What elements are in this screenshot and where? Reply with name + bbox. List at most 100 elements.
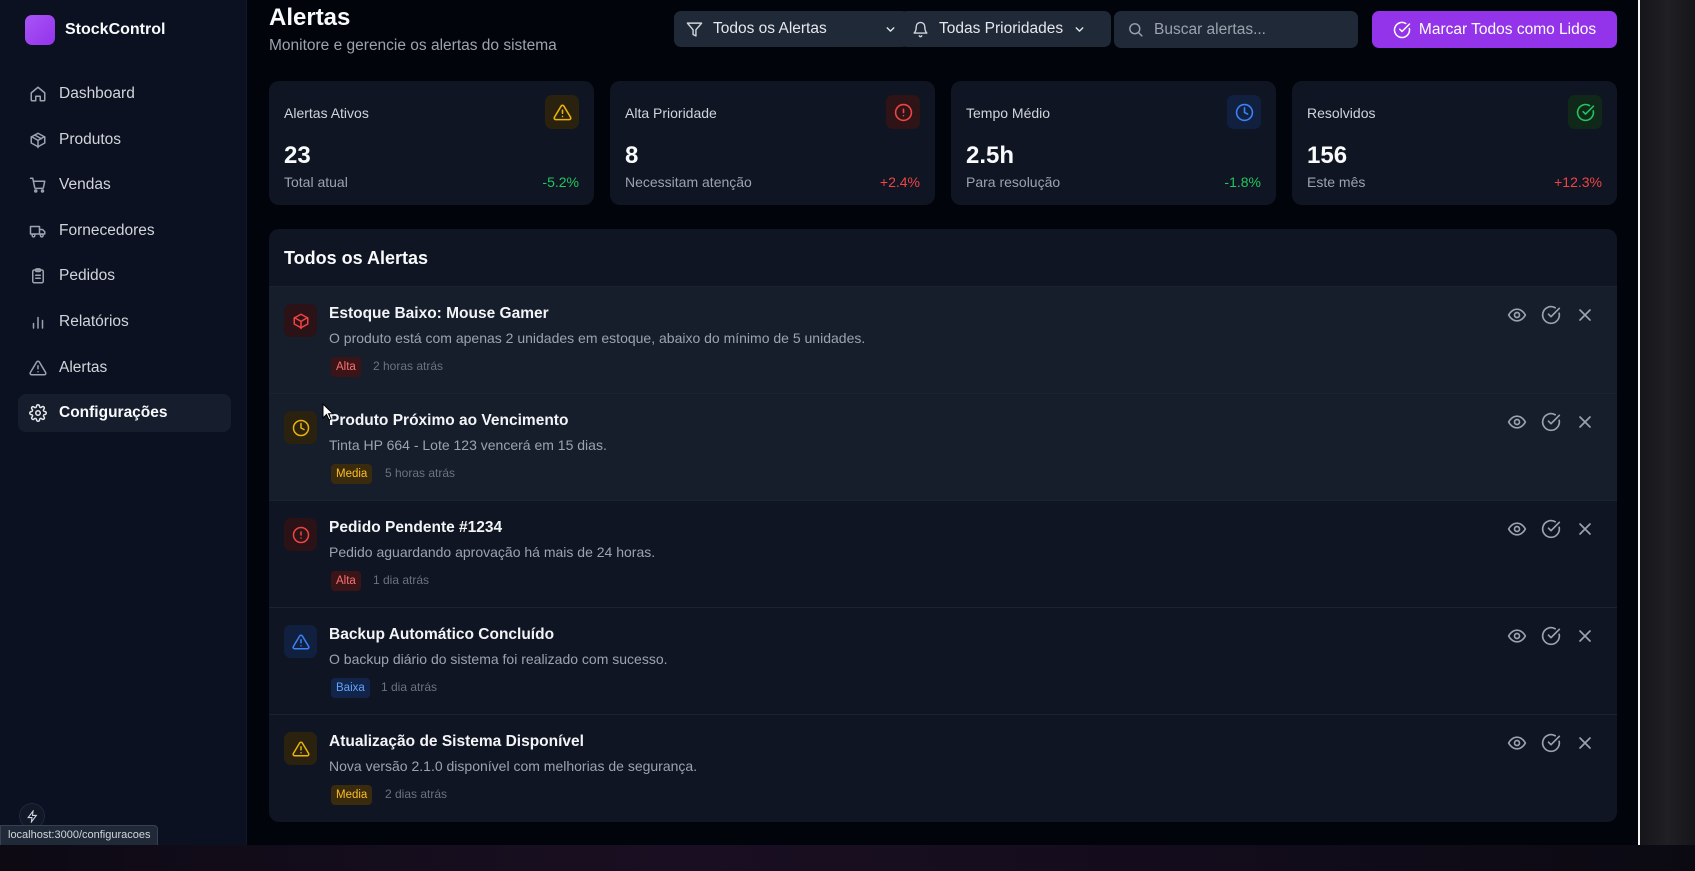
check-circle-icon <box>1541 305 1561 325</box>
mark-read-button[interactable] <box>1540 518 1562 540</box>
mark-all-read-label: Marcar Todos como Lidos <box>1418 20 1597 38</box>
filter-priority-value: Todas Prioridades <box>939 20 1064 37</box>
alert-circle-icon <box>292 526 309 543</box>
package-icon <box>293 313 308 329</box>
stat-change: +12.3% <box>1554 174 1602 190</box>
view-button[interactable] <box>1506 411 1528 433</box>
eye-icon <box>1507 308 1527 322</box>
sidebar-item-produtos[interactable]: Produtos <box>18 121 231 159</box>
check-circle-icon <box>1541 626 1561 646</box>
alert-description: Nova versão 2.1.0 disponível com melhori… <box>329 758 698 774</box>
warning-icon <box>29 360 47 376</box>
bell-icon <box>913 21 928 37</box>
sidebar-item-label: Fornecedores <box>59 221 155 239</box>
brand-name: StockControl <box>65 21 166 38</box>
filter-icon <box>686 21 703 37</box>
brand-logo <box>25 15 55 45</box>
stat-label: Tempo Médio <box>966 105 1051 121</box>
eye-icon <box>1507 522 1527 536</box>
sidebar-item-label: Alertas <box>59 358 108 376</box>
alert-actions <box>1506 732 1596 754</box>
view-button[interactable] <box>1506 518 1528 540</box>
alert-icon <box>284 518 317 551</box>
desktop-background <box>0 845 1695 871</box>
filter-priority-dropdown[interactable]: Todas Prioridades <box>900 11 1111 47</box>
clock-icon <box>292 419 309 436</box>
sidebar-item-label: Vendas <box>59 176 111 194</box>
panel-title: Todos os Alertas <box>284 248 429 268</box>
stat-card-alta-prioridade: Alta Prioridade 8 Necessitam atenção +2.… <box>610 81 935 205</box>
stat-value: 2.5h <box>966 142 1015 169</box>
dismiss-button[interactable] <box>1574 304 1596 326</box>
chevron-down-icon <box>1075 26 1084 32</box>
sidebar-item-configuracoes[interactable]: Configurações <box>18 394 231 433</box>
view-button[interactable] <box>1506 304 1528 326</box>
alert-title: Pedido Pendente #1234 <box>329 519 503 536</box>
alert-icon <box>284 411 317 444</box>
dismiss-button[interactable] <box>1574 625 1596 647</box>
alert-item[interactable]: Produto Próximo ao Vencimento Tinta HP 6… <box>269 393 1617 500</box>
alert-item[interactable]: Pedido Pendente #1234 Pedido aguardando … <box>269 500 1617 607</box>
priority-badge: Baixa <box>331 678 370 698</box>
mark-read-button[interactable] <box>1540 411 1562 433</box>
dismiss-button[interactable] <box>1574 411 1596 433</box>
check-circle-icon <box>1541 733 1561 753</box>
sidebar-item-vendas[interactable]: Vendas <box>18 166 231 204</box>
bar-chart-icon <box>32 316 44 329</box>
status-bar-url: localhost:3000/configuracoes <box>0 825 159 847</box>
window-edge <box>1638 0 1640 845</box>
alert-actions <box>1506 625 1596 647</box>
close-icon <box>1579 309 1591 321</box>
alert-time: 2 dias atrás <box>385 787 448 801</box>
search-box <box>1114 11 1358 48</box>
app-window: StockControl Dashboard Produtos Vendas F… <box>0 0 1640 847</box>
check-circle-icon <box>1393 21 1411 38</box>
window-gutter <box>1640 0 1695 845</box>
stat-change: +2.4% <box>879 174 920 190</box>
gear-icon <box>29 404 47 423</box>
view-button[interactable] <box>1506 625 1528 647</box>
close-icon <box>1579 630 1591 642</box>
alert-item[interactable]: Estoque Baixo: Mouse Gamer O produto est… <box>269 286 1617 393</box>
stat-icon <box>1568 95 1602 129</box>
alert-icon <box>284 304 317 337</box>
sidebar: StockControl Dashboard Produtos Vendas F… <box>0 0 247 845</box>
sidebar-item-label: Configurações <box>59 404 168 422</box>
sidebar-item-pedidos[interactable]: Pedidos <box>18 257 231 295</box>
clock-icon <box>1235 103 1253 121</box>
search-input[interactable] <box>1152 19 1346 40</box>
mark-read-button[interactable] <box>1540 625 1562 647</box>
dismiss-button[interactable] <box>1574 732 1596 754</box>
package-icon <box>30 132 46 148</box>
priority-badge: Media <box>331 464 373 484</box>
sidebar-item-relatorios[interactable]: Relatórios <box>18 303 231 341</box>
stat-sub: Total atual <box>284 174 348 190</box>
alert-circle-icon <box>894 103 912 121</box>
alert-description: Tinta HP 664 - Lote 123 vencerá em 15 di… <box>329 437 607 453</box>
sidebar-item-fornecedores[interactable]: Fornecedores <box>18 212 231 250</box>
alert-title: Atualização de Sistema Disponível <box>329 733 584 750</box>
alert-description: Pedido aguardando aprovação há mais de 2… <box>329 544 656 560</box>
check-circle-icon <box>1541 519 1561 539</box>
filter-type-dropdown[interactable]: Todos os Alertas <box>674 11 909 47</box>
sidebar-item-alertas[interactable]: Alertas <box>18 349 231 387</box>
close-icon <box>1579 523 1591 535</box>
alert-item[interactable]: Atualização de Sistema Disponível Nova v… <box>269 714 1617 821</box>
page-subtitle: Monitore e gerencie os alertas do sistem… <box>269 37 557 54</box>
stat-label: Alta Prioridade <box>625 105 717 121</box>
brand[interactable]: StockControl <box>25 15 165 45</box>
view-button[interactable] <box>1506 732 1528 754</box>
dismiss-button[interactable] <box>1574 518 1596 540</box>
alert-actions <box>1506 411 1596 433</box>
sidebar-item-dashboard[interactable]: Dashboard <box>18 75 231 113</box>
stat-sub: Necessitam atenção <box>625 174 752 190</box>
close-icon <box>1579 416 1591 428</box>
chevron-down-icon <box>886 26 895 32</box>
stat-card-resolvidos: Resolvidos 156 Este mês +12.3% <box>1292 81 1617 205</box>
mark-all-read-button[interactable]: Marcar Todos como Lidos <box>1372 11 1617 48</box>
alert-item[interactable]: Backup Automático Concluído O backup diá… <box>269 607 1617 714</box>
alert-actions <box>1506 518 1596 540</box>
mark-read-button[interactable] <box>1540 304 1562 326</box>
mouse-cursor-icon <box>322 402 335 421</box>
mark-read-button[interactable] <box>1540 732 1562 754</box>
